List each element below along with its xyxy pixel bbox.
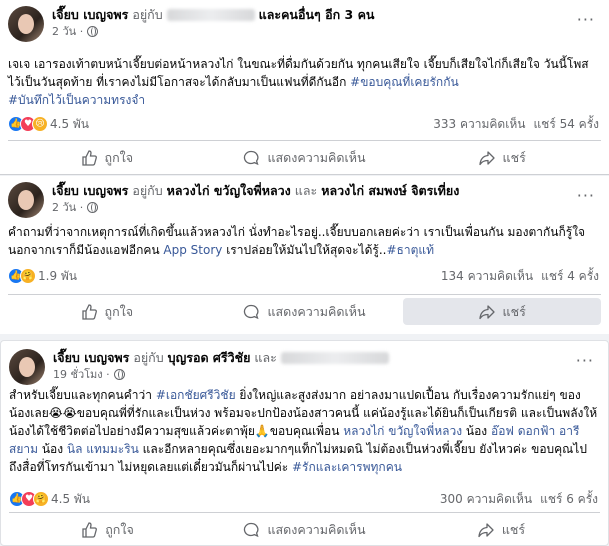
like-label: ถูกใจ [104,149,134,165]
care-reaction-icon: 🤗 [20,268,36,284]
post-header: เจี๊ยบ เบญจพร อยู่กับ บุญรอด ศรีวิชัย แล… [9,349,389,389]
with-prefix: อยู่กับ [133,350,164,365]
author-name[interactable]: เจี๊ยบ เบญจพร [52,183,128,198]
comment-bubble-icon [244,522,259,537]
shares-count[interactable]: แชร์ 4 ครั้ง [541,267,599,286]
author-name[interactable]: เจี๊ยบ เบญจพร [53,350,129,365]
with-prefix: อยู่กับ [132,7,163,22]
reactions-count[interactable]: 4.5 พัน [50,115,89,134]
reactions-summary[interactable]: 👍 🤗 [8,268,36,284]
comment-label: แสดงความคิดเห็น [267,149,366,165]
tagged-others[interactable]: และคนอื่นๆ อีก 3 คน [259,7,375,22]
comment-button[interactable]: แสดงความคิดเห็น [206,295,404,328]
author-avatar[interactable] [9,349,45,385]
post-time[interactable]: 2 วัน · [52,23,83,40]
post-text: คำถามที่ว่าจากเหตุการณ์ที่เกิดขึ้นแล้วหล… [8,225,586,257]
like-button[interactable]: ถูกใจ [9,513,206,546]
blurred-tagged-name [166,9,255,21]
comment-label: แสดงความคิดเห็น [267,521,366,537]
comment-bubble-icon [244,150,259,165]
shares-count[interactable]: แชร์ 6 ครั้ง [540,490,598,509]
like-button[interactable]: ถูกใจ [8,141,206,174]
comment-label: แสดงความคิดเห็น [267,303,366,319]
share-label: แชร์ [502,149,526,165]
share-label: แชร์ [502,303,526,319]
more-options-icon[interactable]: ··· [576,351,594,370]
more-options-icon[interactable]: ··· [577,10,595,29]
hashtag-link[interactable]: #ธาตุแท้ [386,243,434,257]
share-arrow-icon [478,150,495,165]
more-options-icon[interactable]: ··· [577,186,595,205]
post-stats: 👍 ♥ 😢 4.5 พัน 333 ความคิดเห็น แชร์ 54 คร… [8,114,599,134]
post-time[interactable]: 19 ชั่วโมง · [53,366,110,383]
comment-button[interactable]: แสดงความคิดเห็น [206,513,403,546]
post-stats: 👍 🤗 1.9 พัน 134 ความคิดเห็น แชร์ 4 ครั้ง [8,266,599,286]
post-header: เจี๊ยบ เบญจพร อยู่กับ หลวงไก่ ขวัญใจพี่ห… [8,182,459,222]
and-text: และ [254,350,277,365]
like-label: ถูกใจ [104,303,134,319]
tagged-person[interactable]: บุญรอด ศรีวิชัย [168,350,251,365]
care-reaction-icon: 🤗 [33,491,49,507]
like-label: ถูกใจ [105,521,134,537]
action-bar: ถูกใจ แสดงความคิดเห็น แชร์ [8,140,601,174]
action-bar: ถูกใจ แสดงความคิดเห็น แชร์ [9,512,600,546]
hashtag-link[interactable]: #ขอบคุณที่เคยรักกัน [350,75,459,89]
with-prefix: อยู่กับ [132,183,163,198]
share-button[interactable]: แชร์ [403,141,601,174]
tagged-person[interactable]: หลวงไก่ ขวัญใจพี่หลวง [167,183,291,198]
globe-icon [113,369,125,380]
share-button[interactable]: แชร์ [403,298,602,325]
hashtag-link[interactable]: #รักและเคารพทุกคน [292,460,402,474]
action-bar: ถูกใจ แสดงความคิดเห็น แชร์ [8,294,602,328]
like-thumb-icon [81,303,97,320]
mention-link[interactable]: นิล แทมมะริน [67,442,139,456]
hashtag-link[interactable]: #บันทึกไว้เป็นความทรงจำ [8,93,145,107]
like-thumb-icon [82,521,98,538]
share-label: แชร์ [501,521,526,537]
reactions-summary[interactable]: 👍 ♥ 😢 [8,116,48,132]
tagged-person[interactable]: หลวงไก่ สมพงษ์ จิตรเที่ยง [321,183,459,198]
post-time[interactable]: 2 วัน · [52,199,83,216]
like-thumb-icon [81,149,97,166]
shares-count[interactable]: แชร์ 54 ครั้ง [533,115,599,134]
comment-bubble-icon [244,304,259,319]
share-arrow-icon [478,304,495,319]
post-text: สำหรับเจี๊ยบและทุกคนคำว่า #เอกชัยศรีวิชั… [9,388,598,474]
post-header: เจี๊ยบ เบญจพร อยู่กับ และคนอื่นๆ อีก 3 ค… [8,6,374,46]
post-card: เจี๊ยบ เบญจพร อยู่กับ และคนอื่นๆ อีก 3 ค… [0,0,609,175]
post-card: เจี๊ยบ เบญจพร อยู่กับ หลวงไก่ ขวัญใจพี่ห… [0,176,609,334]
share-button[interactable]: แชร์ [403,513,600,546]
reactions-count[interactable]: 4.5 พัน [51,490,90,509]
hashtag-link[interactable]: #เอกชัยศรีวิชัย [156,388,236,402]
comments-count[interactable]: 333 ความคิดเห็น [433,115,525,134]
app-link[interactable]: App Story [163,243,222,257]
sad-reaction-icon: 😢 [32,116,48,132]
author-avatar[interactable] [8,182,44,218]
author-avatar[interactable] [8,6,44,42]
comment-button[interactable]: แสดงความคิดเห็น [206,141,404,174]
post-text: เจเจ เอารองเท้าตบหน้าเจี๊ยบต่อหน้าหลวงไก… [8,57,589,107]
post-stats: 👍 ♥ 🤗 4.5 พัน 300 ความคิดเห็น แชร์ 6 ครั… [9,489,598,509]
globe-icon [87,202,99,213]
share-arrow-icon [478,522,494,537]
globe-icon [87,26,99,37]
post-card: เจี๊ยบ เบญจพร อยู่กับ บุญรอด ศรีวิชัย แล… [0,340,609,546]
mention-link[interactable]: หลวงไก่ ขวัญใจพี่หลวง [343,424,462,438]
like-button[interactable]: ถูกใจ [8,295,206,328]
reactions-count[interactable]: 1.9 พัน [38,267,77,286]
author-name[interactable]: เจี๊ยบ เบญจพร [52,7,128,22]
reactions-summary[interactable]: 👍 ♥ 🤗 [9,491,49,507]
blurred-tagged-name [280,352,389,364]
comments-count[interactable]: 300 ความคิดเห็น [440,490,532,509]
and-text: และ [294,183,318,198]
comments-count[interactable]: 134 ความคิดเห็น [441,267,533,286]
